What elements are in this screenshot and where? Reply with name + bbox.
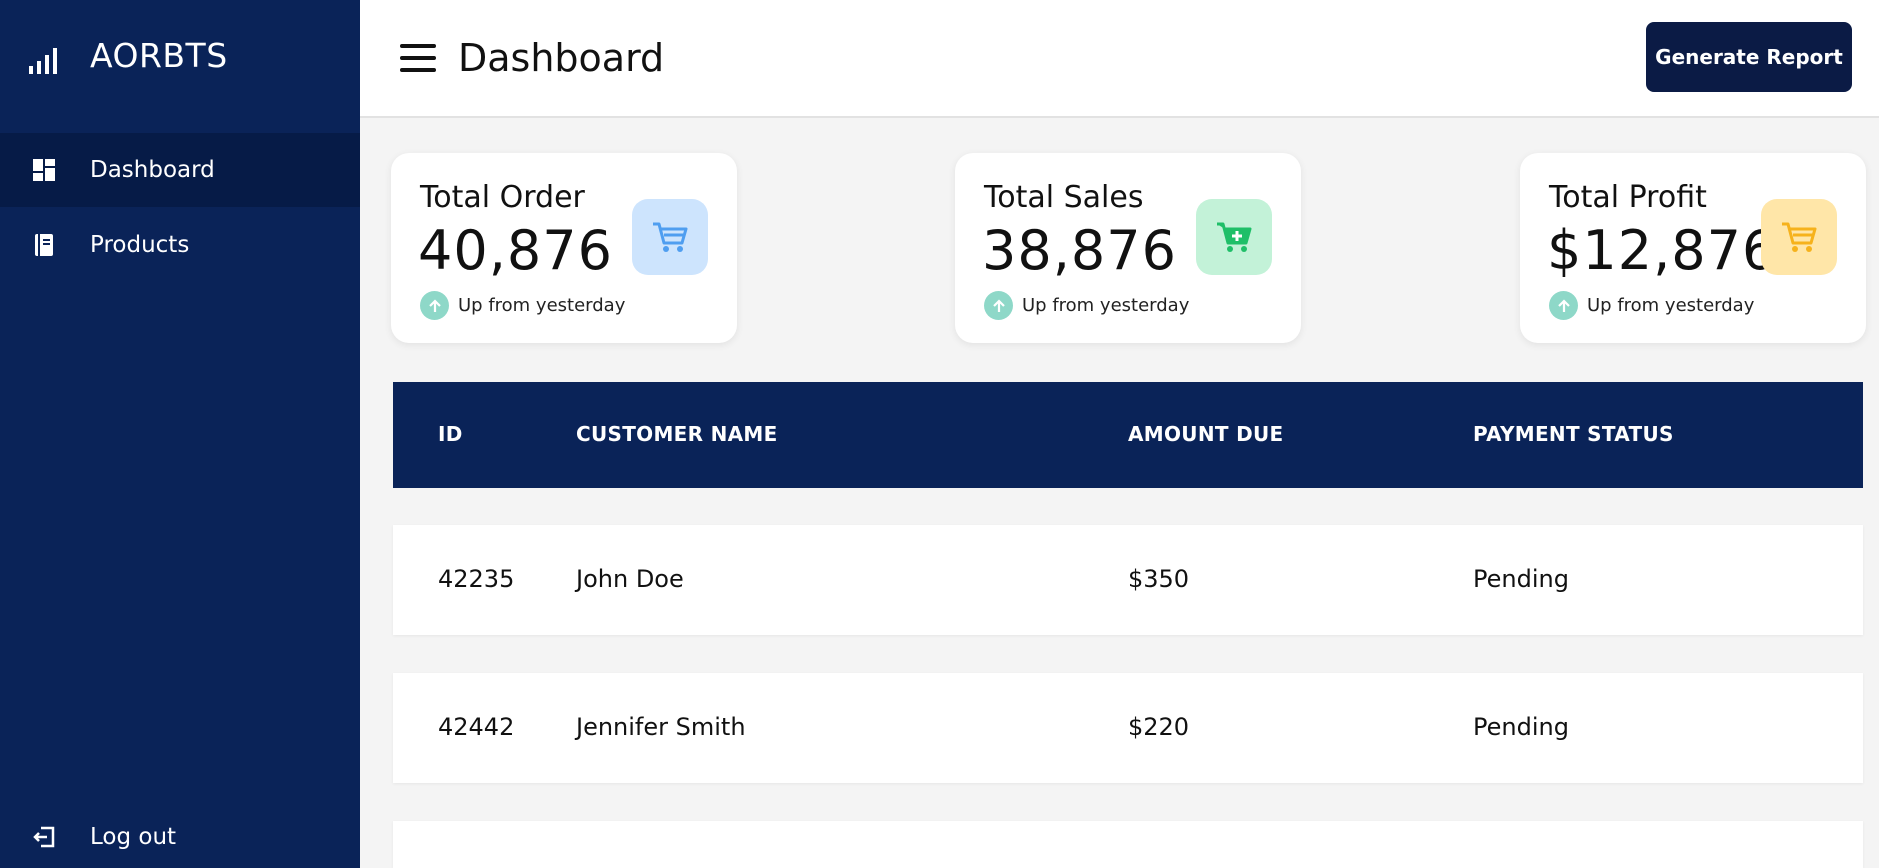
logout-label: Log out bbox=[90, 824, 177, 850]
trend-text: Up from yesterday bbox=[458, 295, 626, 316]
column-header-id[interactable]: ID bbox=[438, 422, 463, 446]
page-title: Dashboard bbox=[458, 36, 665, 80]
stat-card-total-profit: Total Profit $12,876 Up from yesterday bbox=[1520, 153, 1866, 343]
top-header: Dashboard Generate Report bbox=[360, 0, 1879, 118]
cell-customer-name: John Doe bbox=[576, 565, 684, 593]
sidebar-item-label: Dashboard bbox=[90, 157, 215, 183]
trend-text: Up from yesterday bbox=[1587, 295, 1755, 316]
column-header-customer-name[interactable]: CUSTOMER NAME bbox=[576, 422, 778, 446]
cell-id: 42235 bbox=[438, 565, 515, 593]
sidebar-item-dashboard[interactable]: Dashboard bbox=[0, 133, 360, 207]
card-value: 40,876 bbox=[418, 219, 613, 282]
notebook-icon bbox=[35, 234, 53, 256]
cart-plus-icon bbox=[1196, 199, 1272, 275]
brand: AORBTS bbox=[0, 0, 360, 118]
arrow-up-icon bbox=[984, 291, 1013, 320]
column-header-amount-due[interactable]: AMOUNT DUE bbox=[1128, 422, 1283, 446]
card-value: 38,876 bbox=[982, 219, 1177, 282]
cart-icon bbox=[632, 199, 708, 275]
arrow-up-icon bbox=[1549, 291, 1578, 320]
cell-amount-due: $220 bbox=[1128, 713, 1190, 741]
trend-indicator: Up from yesterday bbox=[1549, 291, 1754, 320]
card-title: Total Order bbox=[420, 180, 585, 215]
signal-bars-icon bbox=[29, 48, 57, 74]
sidebar-item-products[interactable]: Products bbox=[0, 208, 360, 282]
cell-customer-name: Jennifer Smith bbox=[576, 713, 746, 741]
dashboard-grid-icon bbox=[33, 159, 55, 181]
cell-payment-status: Pending bbox=[1473, 565, 1569, 593]
trend-indicator: Up from yesterday bbox=[984, 291, 1189, 320]
table-header: ID CUSTOMER NAME AMOUNT DUE PAYMENT STAT… bbox=[393, 382, 1863, 488]
generate-report-button[interactable]: Generate Report bbox=[1646, 22, 1852, 92]
sidebar-item-logout[interactable]: Log out bbox=[0, 800, 360, 868]
table-row[interactable]: 42442 Jennifer Smith $220 Pending bbox=[393, 673, 1863, 783]
card-title: Total Profit bbox=[1549, 180, 1707, 215]
cart-icon bbox=[1761, 199, 1837, 275]
brand-name: AORBTS bbox=[90, 36, 228, 75]
card-value: $12,876 bbox=[1547, 219, 1778, 282]
column-header-payment-status[interactable]: PAYMENT STATUS bbox=[1473, 422, 1674, 446]
sidebar: AORBTS Dashboard Products Log out bbox=[0, 0, 360, 868]
hamburger-menu-icon[interactable] bbox=[400, 44, 436, 72]
trend-text: Up from yesterday bbox=[1022, 295, 1190, 316]
arrow-up-icon bbox=[420, 291, 449, 320]
stat-card-total-order: Total Order 40,876 Up from yesterday bbox=[391, 153, 737, 343]
cell-id: 42442 bbox=[438, 713, 515, 741]
card-title: Total Sales bbox=[984, 180, 1144, 215]
table-row[interactable] bbox=[393, 821, 1863, 868]
table-row[interactable]: 42235 John Doe $350 Pending bbox=[393, 525, 1863, 635]
sidebar-item-label: Products bbox=[90, 232, 190, 258]
cell-payment-status: Pending bbox=[1473, 713, 1569, 741]
stat-card-total-sales: Total Sales 38,876 Up from yesterday bbox=[955, 153, 1301, 343]
cell-amount-due: $350 bbox=[1128, 565, 1190, 593]
trend-indicator: Up from yesterday bbox=[420, 291, 625, 320]
logout-icon bbox=[33, 826, 55, 848]
